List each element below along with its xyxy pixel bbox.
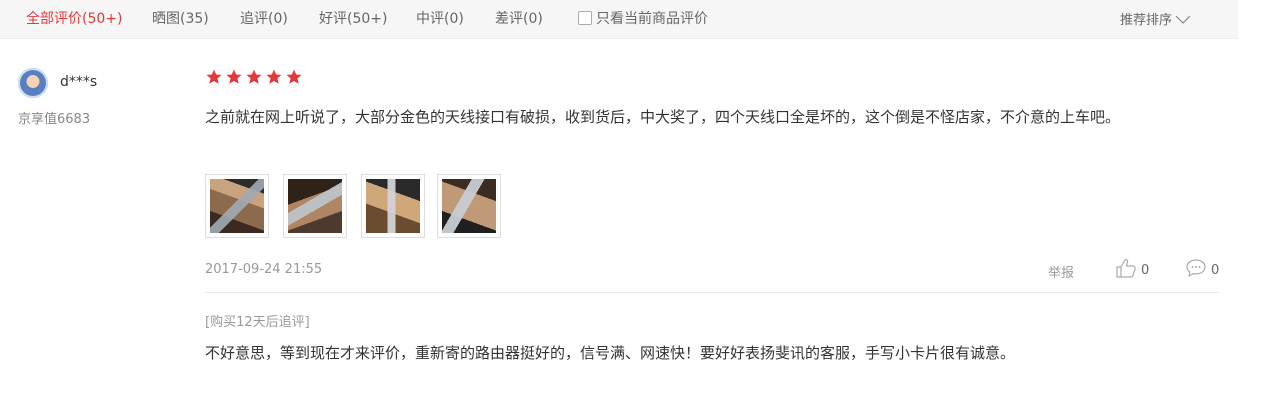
- review-image[interactable]: [361, 174, 425, 238]
- review-image[interactable]: [437, 174, 501, 238]
- only-current-filter[interactable]: 只看当前商品评价: [578, 10, 708, 28]
- report-link[interactable]: 举报: [1048, 262, 1074, 281]
- comment-count: 0: [1211, 263, 1220, 278]
- star-icon: [246, 69, 262, 84]
- comment-bubble-icon: [1186, 259, 1206, 277]
- star-rating: [205, 68, 305, 86]
- comment-button[interactable]: 0: [1185, 258, 1219, 278]
- only-current-label: 只看当前商品评价: [596, 11, 708, 27]
- tab-positive[interactable]: 好评(50+): [319, 10, 387, 28]
- sort-dropdown[interactable]: 推荐排序: [1120, 12, 1192, 30]
- star-icon: [266, 69, 282, 84]
- review-image[interactable]: [283, 174, 347, 238]
- follow-up-label: [购买12天后追评]: [205, 315, 310, 330]
- review-image[interactable]: [205, 174, 269, 238]
- reviewer-level: 京享值6683: [18, 112, 91, 127]
- like-button[interactable]: 0: [1115, 258, 1149, 278]
- chevron-down-icon: [1175, 15, 1191, 24]
- sort-label: 推荐排序: [1120, 13, 1173, 28]
- user-avatar[interactable]: [18, 68, 48, 98]
- tab-neutral[interactable]: 中评(0): [416, 10, 464, 28]
- only-current-checkbox[interactable]: [578, 11, 592, 25]
- review-content: 之前就在网上听说了，大部分金色的天线接口有破损，收到货后，中大奖了，四个天线口全…: [205, 108, 1121, 126]
- tab-all-reviews[interactable]: 全部评价(50+): [26, 10, 122, 28]
- tab-photos[interactable]: 晒图(35): [152, 10, 209, 28]
- thumbs-up-icon: [1116, 259, 1136, 278]
- like-count: 0: [1141, 263, 1150, 278]
- review-date: 2017-09-24 21:55: [205, 262, 323, 277]
- review-filter-bar: 全部评价(50+) 晒图(35) 追评(0) 好评(50+) 中评(0) 差评(…: [0, 0, 1238, 39]
- reviewer-name: d***s: [60, 74, 98, 90]
- tab-follow-up[interactable]: 追评(0): [240, 10, 288, 28]
- divider: [205, 292, 1220, 293]
- star-icon: [226, 69, 242, 84]
- star-icon: [286, 69, 302, 84]
- star-icon: [206, 69, 222, 84]
- follow-up-content: 不好意思，等到现在才来评价，重新寄的路由器挺好的，信号满、网速快！要好好表扬斐讯…: [205, 344, 1016, 362]
- tab-negative[interactable]: 差评(0): [495, 10, 543, 28]
